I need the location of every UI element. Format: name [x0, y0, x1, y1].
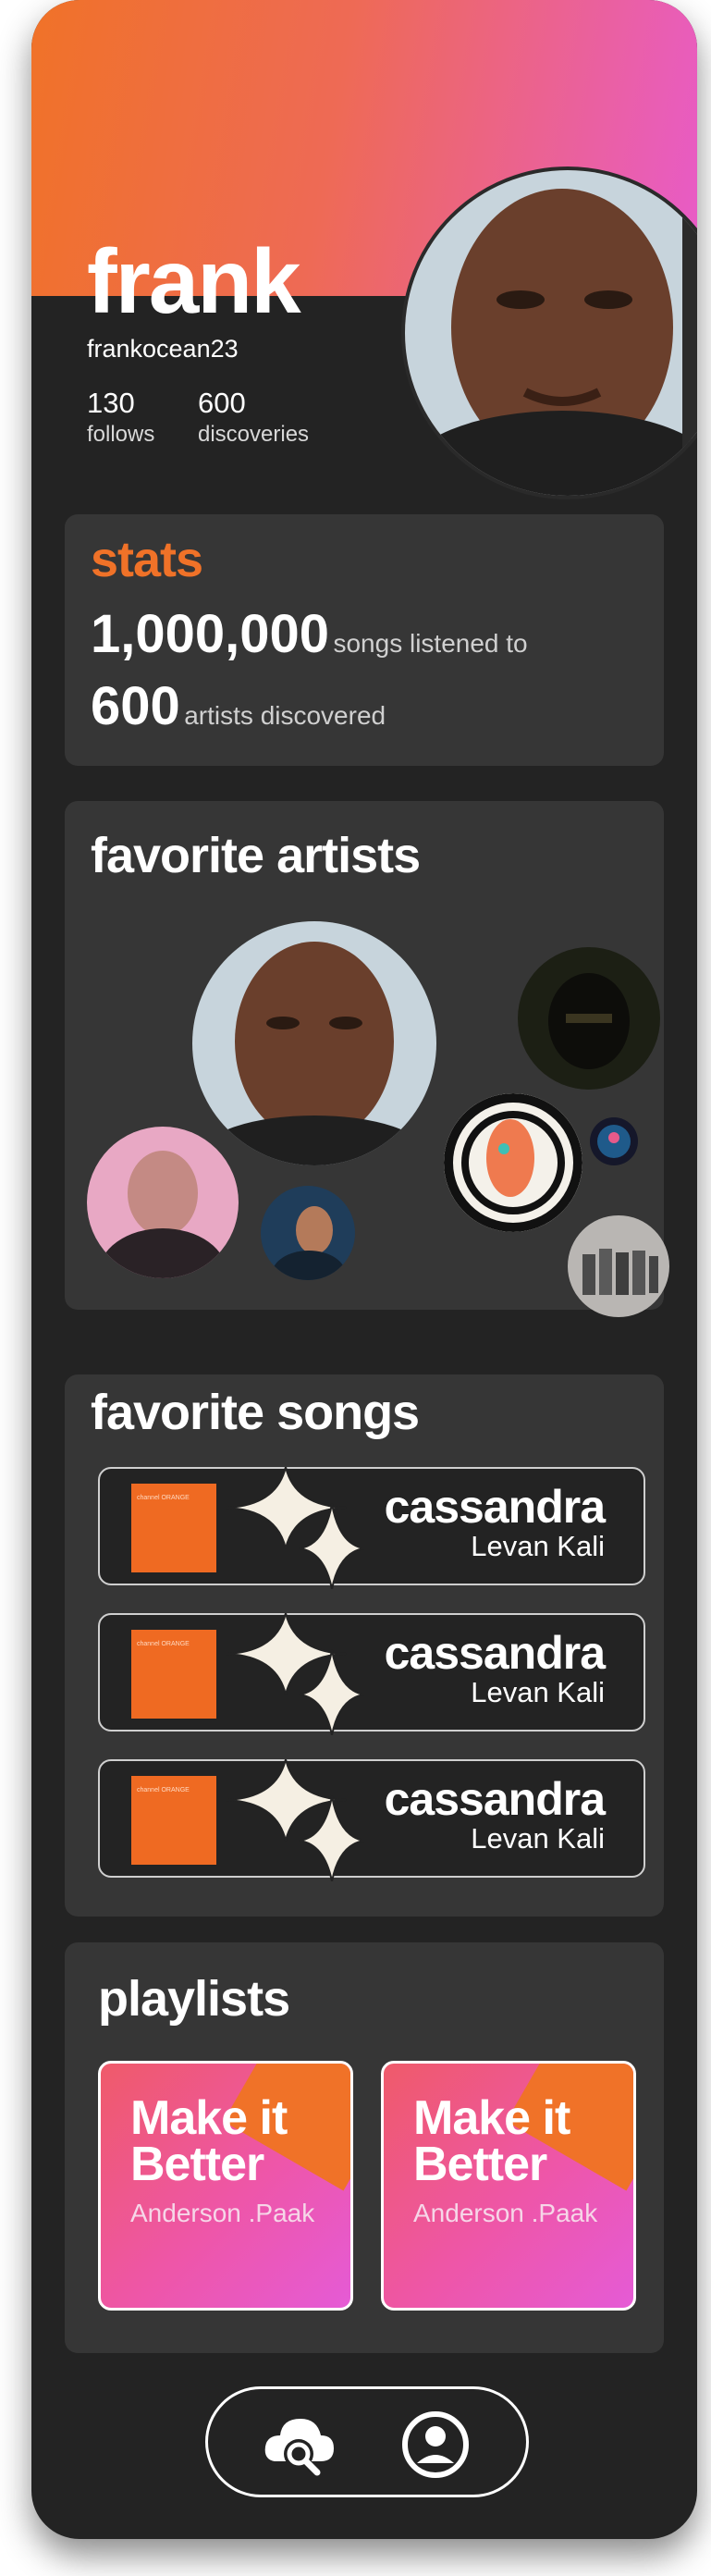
playlist-tile[interactable]: Make it Better Anderson .Paak: [381, 2061, 636, 2311]
album-cover: channel ORANGE: [131, 1484, 216, 1572]
song-title: cassandra: [384, 1481, 606, 1533]
song-item[interactable]: channel ORANGE cassandra Levan Kali: [98, 1759, 645, 1881]
profile-icon[interactable]: [400, 2410, 471, 2480]
playlist-title: Make it Better: [130, 2091, 288, 2191]
artist-bubble-psychedelic[interactable]: [444, 1093, 582, 1232]
song-title: cassandra: [384, 1773, 606, 1825]
bottom-nav: [205, 2386, 529, 2497]
follows-count[interactable]: 130: [87, 387, 135, 420]
favorite-artists-title: favorite artists: [91, 828, 421, 883]
artist-bubble-masked[interactable]: [518, 947, 660, 1090]
songs-stat: 1,000,000 songs listened to: [91, 603, 528, 665]
favorite-songs-title: favorite songs: [91, 1385, 420, 1440]
profile-screen: frank frankocean23 130 follows 600 disco…: [31, 0, 697, 2539]
song-artist: Levan Kali: [471, 1530, 605, 1562]
album-cover: channel ORANGE: [131, 1776, 216, 1865]
profile-username: frankocean23: [87, 335, 239, 363]
artists-count: 600: [91, 676, 180, 736]
artist-bubble-group[interactable]: [568, 1215, 669, 1317]
portrait-image: [405, 170, 697, 496]
artist-bubble-pink[interactable]: [87, 1127, 239, 1278]
songs-label: songs listened to: [333, 629, 528, 658]
playlist-artist: Anderson .Paak: [130, 2199, 315, 2227]
favorite-artists-card: favorite artists: [65, 801, 669, 1317]
songs-count: 1,000,000: [91, 604, 330, 664]
sparkle-icon: [226, 1759, 364, 1881]
follows-label[interactable]: follows: [87, 422, 154, 448]
playlists-title: playlists: [98, 1971, 290, 2027]
song-item[interactable]: channel ORANGE cassandra Levan Kali: [98, 1613, 645, 1735]
sparkle-icon: [226, 1467, 364, 1589]
sparkle-icon: [226, 1613, 364, 1735]
stats-card: stats 1,000,000 songs listened to 600 ar…: [65, 514, 664, 766]
profile-name: frank: [87, 230, 301, 332]
artist-bubble-small[interactable]: [590, 1117, 638, 1165]
artist-bubble-frank[interactable]: [192, 921, 436, 1165]
artist-bubble-blue[interactable]: [261, 1186, 355, 1280]
discoveries-label[interactable]: discoveries: [198, 422, 309, 448]
favorite-songs-card: favorite songs channel ORANGE cassandra …: [65, 1374, 664, 1917]
song-item[interactable]: channel ORANGE cassandra Levan Kali: [98, 1467, 645, 1589]
discoveries-count[interactable]: 600: [198, 387, 246, 420]
stats-title: stats: [91, 532, 203, 587]
album-cover: channel ORANGE: [131, 1630, 216, 1719]
cloud-search-icon[interactable]: [262, 2408, 337, 2482]
playlist-tile[interactable]: Make it Better Anderson .Paak: [98, 2061, 353, 2311]
artists-stat: 600 artists discovered: [91, 675, 386, 737]
song-artist: Levan Kali: [471, 1822, 605, 1855]
playlist-artist: Anderson .Paak: [413, 2199, 598, 2227]
song-title: cassandra: [384, 1627, 606, 1679]
playlist-title: Make it Better: [413, 2091, 570, 2191]
artists-label: artists discovered: [184, 701, 386, 730]
playlists-card: playlists Make it Better Anderson .Paak …: [65, 1942, 664, 2353]
song-artist: Levan Kali: [471, 1676, 605, 1708]
